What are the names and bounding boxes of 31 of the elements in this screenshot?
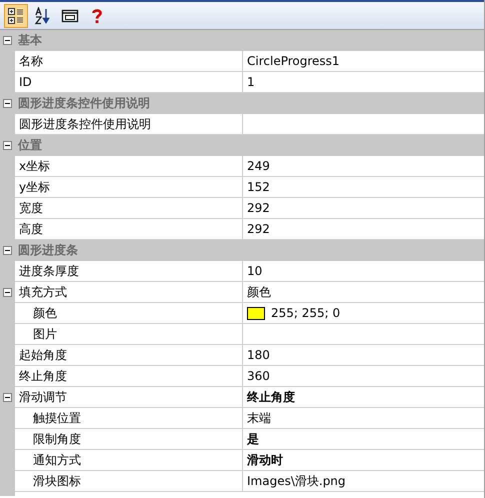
property-name[interactable]: 滑块图标 [15,471,243,492]
collapse-icon[interactable] [3,393,12,402]
categorized-view-button[interactable] [4,4,28,28]
property-name[interactable]: 名称 [15,51,243,72]
collapse-icon[interactable] [3,140,12,150]
category-header: 基本 [17,32,42,48]
collapse-icon[interactable] [3,36,12,44]
sort-az-icon [34,6,52,24]
property-name[interactable]: y坐标 [15,177,243,198]
property-name[interactable]: ID [15,72,243,93]
property-name[interactable]: 进度条厚度 [15,261,243,282]
property-name[interactable]: 起始角度 [15,345,243,366]
category-header: 位置 [16,136,42,154]
property-name[interactable]: 通知方式 [15,450,243,471]
categorized-icon [7,6,25,24]
category-header: 圆形进度条 [17,242,78,258]
property-name[interactable]: 滑动调节 [15,387,243,408]
property-name[interactable]: 限制角度 [15,429,243,450]
category-header: 圆形进度条控件使用说明 [17,94,150,112]
collapse-icon[interactable] [3,288,12,297]
property-name[interactable]: 终止角度 [15,366,243,387]
property-name[interactable]: 圆形进度条控件使用说明 [15,114,243,135]
property-name[interactable]: 颜色 [15,303,243,324]
property-name[interactable]: x坐标 [15,156,243,177]
collapse-icon[interactable] [3,98,12,108]
collapse-icon[interactable] [3,246,12,254]
property-name[interactable]: 宽度 [15,198,243,219]
property-name[interactable]: 触摸位置 [15,408,243,429]
property-name[interactable]: 高度 [15,219,243,240]
property-name[interactable]: 填充方式 [15,282,243,303]
property-name[interactable]: 图片 [15,324,243,345]
